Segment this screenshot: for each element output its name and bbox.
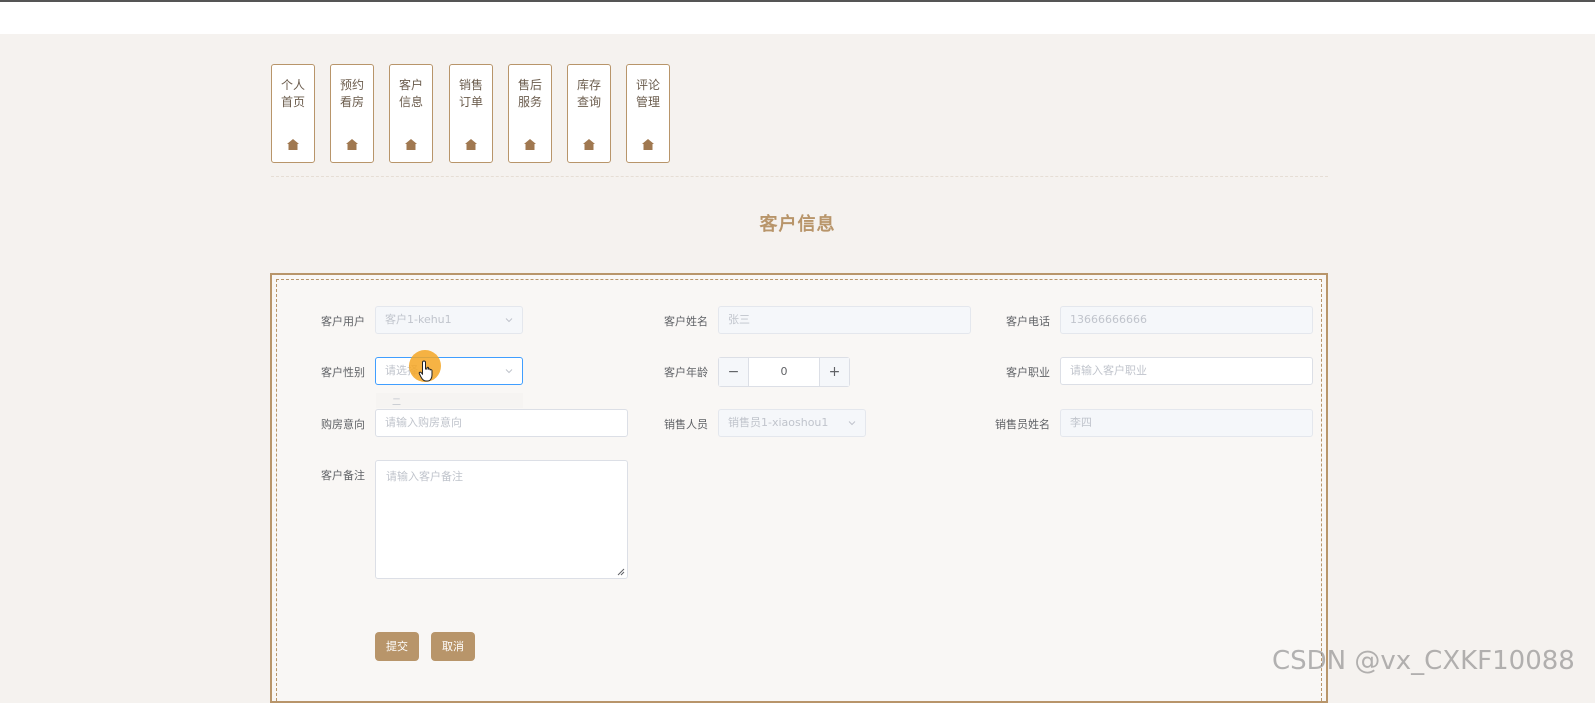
purchase-intent-input[interactable]: 请输入购房意向 <box>375 409 628 437</box>
customer-gender-label: 客户性别 <box>321 366 365 379</box>
customer-age-stepper: − 0 + <box>718 357 850 387</box>
house-icon <box>524 139 536 150</box>
gender-dropdown: 二 <box>376 393 523 408</box>
divider <box>271 176 1328 177</box>
sales-person-name-label: 销售员姓名 <box>995 418 1050 431</box>
sales-person-name-field[interactable]: 李四 <box>1060 409 1313 437</box>
customer-name-label: 客户姓名 <box>664 315 708 328</box>
sales-person-label: 销售人员 <box>664 418 708 431</box>
customer-name-field[interactable]: 张三 <box>718 306 971 334</box>
customer-phone-label: 客户电话 <box>1006 315 1050 328</box>
customer-user-label: 客户用户 <box>321 315 365 328</box>
customer-job-placeholder: 请输入客户职业 <box>1070 364 1147 377</box>
page-title: 客户信息 <box>759 214 836 235</box>
customer-age-label: 客户年龄 <box>664 366 708 379</box>
hand-cursor-icon <box>418 360 433 382</box>
sales-person-name-value: 李四 <box>1070 416 1092 429</box>
nav-item-label: 评论管理 <box>635 78 660 109</box>
house-icon <box>346 139 358 150</box>
customer-notes-textarea[interactable]: 请输入客户备注 <box>375 460 628 579</box>
house-icon <box>583 139 595 150</box>
increment-button[interactable]: + <box>819 358 849 386</box>
nav-item-label: 客户信息 <box>398 78 423 109</box>
resize-handle-icon[interactable] <box>617 568 625 576</box>
customer-job-label: 客户职业 <box>1006 366 1050 379</box>
decrement-button[interactable]: − <box>719 358 749 386</box>
house-icon <box>405 139 417 150</box>
nav-item-label: 预约看房 <box>339 78 364 109</box>
chevron-down-icon <box>505 369 513 374</box>
watermark: CSDN @vx_CXKF10088 <box>1272 646 1575 676</box>
customer-notes-label: 客户备注 <box>321 469 365 482</box>
customer-job-input[interactable]: 请输入客户职业 <box>1060 357 1313 385</box>
nav-item-label: 库存查询 <box>576 78 601 109</box>
house-icon <box>287 139 299 150</box>
house-icon <box>642 139 654 150</box>
gender-option[interactable]: 二 <box>376 393 523 408</box>
customer-phone-field[interactable]: 13666666666 <box>1060 306 1313 334</box>
cancel-button[interactable]: 取消 <box>431 632 475 661</box>
customer-gender-select[interactable]: 请选择 <box>375 357 523 385</box>
sales-person-value: 销售员1-xiaoshou1 <box>728 416 829 429</box>
chevron-down-icon <box>505 318 513 323</box>
customer-user-select[interactable]: 客户1-kehu1 <box>375 306 523 334</box>
chevron-down-icon <box>848 421 856 426</box>
nav-item-after-sales[interactable]: 售后服务 <box>508 64 552 163</box>
submit-button[interactable]: 提交 <box>375 632 419 661</box>
nav-item-customer-info[interactable]: 客户信息 <box>389 64 433 163</box>
nav-item-comments[interactable]: 评论管理 <box>626 64 670 163</box>
nav-item-label: 个人首页 <box>280 78 305 109</box>
nav-item-sales-orders[interactable]: 销售订单 <box>449 64 493 163</box>
purchase-intent-label: 购房意向 <box>321 418 365 431</box>
customer-phone-value: 13666666666 <box>1070 313 1147 326</box>
top-bar <box>0 0 1595 34</box>
nav-item-home[interactable]: 个人首页 <box>271 64 315 163</box>
nav-item-label: 售后服务 <box>517 78 542 109</box>
customer-user-value: 客户1-kehu1 <box>385 313 452 326</box>
customer-notes-placeholder: 请输入客户备注 <box>386 470 463 483</box>
house-icon <box>465 139 477 150</box>
customer-name-value: 张三 <box>728 313 750 326</box>
purchase-intent-placeholder: 请输入购房意向 <box>385 416 462 429</box>
nav-item-appointment[interactable]: 预约看房 <box>330 64 374 163</box>
nav-item-inventory[interactable]: 库存查询 <box>567 64 611 163</box>
nav-item-label: 销售订单 <box>458 78 483 109</box>
customer-age-value[interactable]: 0 <box>749 358 819 386</box>
sales-person-select[interactable]: 销售员1-xiaoshou1 <box>718 409 866 437</box>
